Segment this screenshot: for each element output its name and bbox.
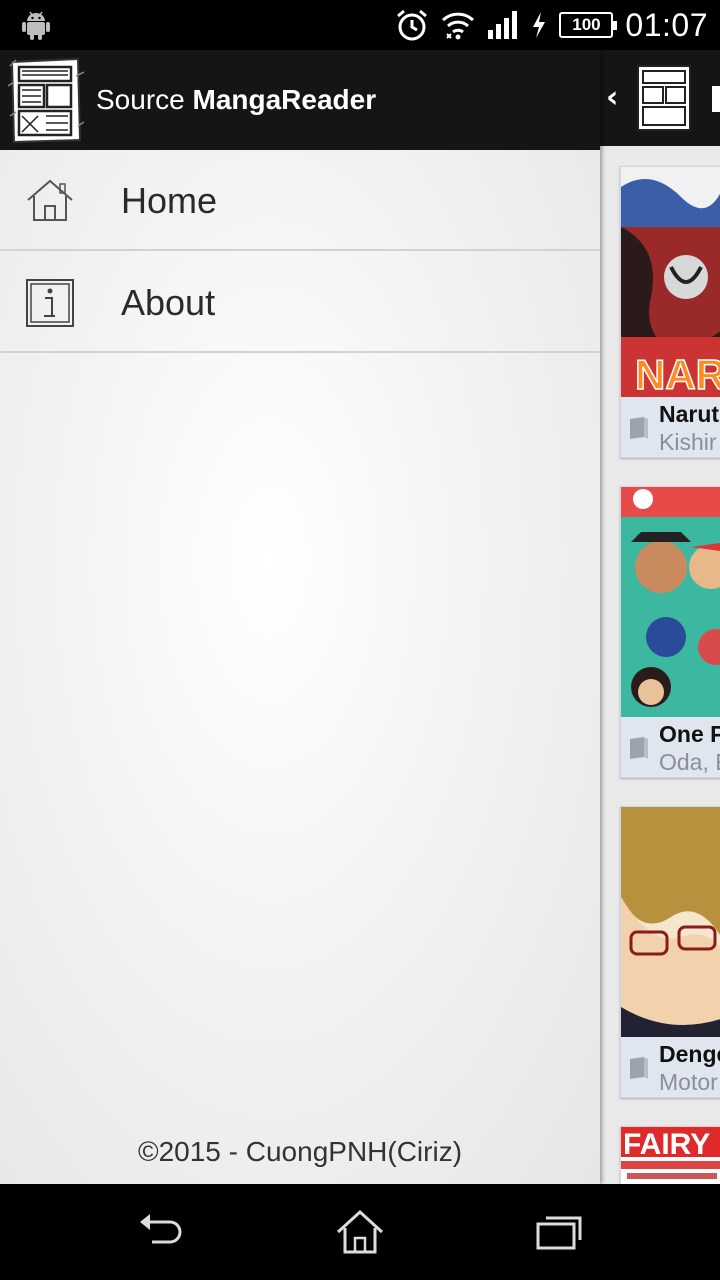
- clock: 01:07: [625, 6, 708, 43]
- drawer-title-prefix: Source: [96, 84, 185, 115]
- manga-title: Narut: [659, 401, 720, 427]
- manga-title: Denge: [659, 1041, 720, 1067]
- manga-card[interactable]: FAIRY: [620, 1126, 720, 1184]
- drawer-item-home[interactable]: Home: [0, 150, 600, 251]
- book-icon: [630, 417, 648, 439]
- home-icon: [27, 179, 73, 221]
- recent-apps-icon[interactable]: [530, 1206, 590, 1258]
- card-info: Denge Motor: [621, 1037, 720, 1097]
- card-info: Narut Kishir: [621, 397, 720, 457]
- system-nav-bar: [0, 1184, 720, 1280]
- manga-cover: [621, 487, 720, 717]
- manga-card[interactable]: One P Oda, E: [620, 486, 720, 778]
- back-chevron-icon[interactable]: ‹: [606, 80, 618, 115]
- drawer-source-name: MangaReader: [192, 84, 377, 115]
- manga-cover: [621, 807, 720, 1037]
- info-icon: [26, 279, 74, 327]
- main-title-fragment: [712, 86, 720, 112]
- drawer-title: Source MangaReader: [96, 84, 376, 116]
- drawer-footer-copyright: ©2015 - CuongPNH(Ciriz): [137, 1136, 463, 1167]
- drawer-item-label: Home: [121, 180, 218, 221]
- battery-icon: 100: [559, 12, 618, 38]
- manga-cover: NAR: [621, 167, 720, 397]
- manga-author: Oda, E: [659, 749, 720, 775]
- manga-author: Kishir: [659, 429, 717, 455]
- wifi-icon: [442, 12, 475, 40]
- main-content: ‹ NAR Narut Kishir One P Oda, Deng Motor…: [600, 50, 720, 1184]
- main-action-bar: ‹: [600, 50, 720, 146]
- back-icon[interactable]: [130, 1206, 190, 1258]
- navigation-drawer: Source MangaReader Home About ©2015 - Cu…: [0, 50, 600, 1184]
- book-icon: [630, 1057, 648, 1079]
- manga-card[interactable]: NAR Narut Kishir: [620, 166, 720, 458]
- app-logo-icon[interactable]: [8, 56, 84, 144]
- manga-author: Motor: [659, 1069, 718, 1095]
- status-bar: 100 01:07: [0, 0, 720, 50]
- book-icon: [630, 737, 648, 759]
- manga-card[interactable]: Denge Motor: [620, 806, 720, 1098]
- svg-text:FAIRY: FAIRY: [623, 1128, 710, 1161]
- card-info: One P Oda, E: [621, 717, 720, 777]
- drawer-header: Source MangaReader: [0, 50, 600, 150]
- manga-title: One P: [659, 721, 720, 747]
- signal-icon: [488, 11, 518, 39]
- svg-text:NAR: NAR: [635, 351, 720, 397]
- drawer-item-about[interactable]: About: [0, 252, 600, 353]
- android-icon: [22, 11, 50, 40]
- app-logo-icon[interactable]: [634, 62, 694, 134]
- drawer-item-label: About: [121, 282, 216, 323]
- alarm-icon: [397, 9, 428, 41]
- charging-icon: [533, 12, 546, 38]
- manga-cover: FAIRY: [621, 1127, 720, 1184]
- home-nav-icon[interactable]: [330, 1206, 390, 1258]
